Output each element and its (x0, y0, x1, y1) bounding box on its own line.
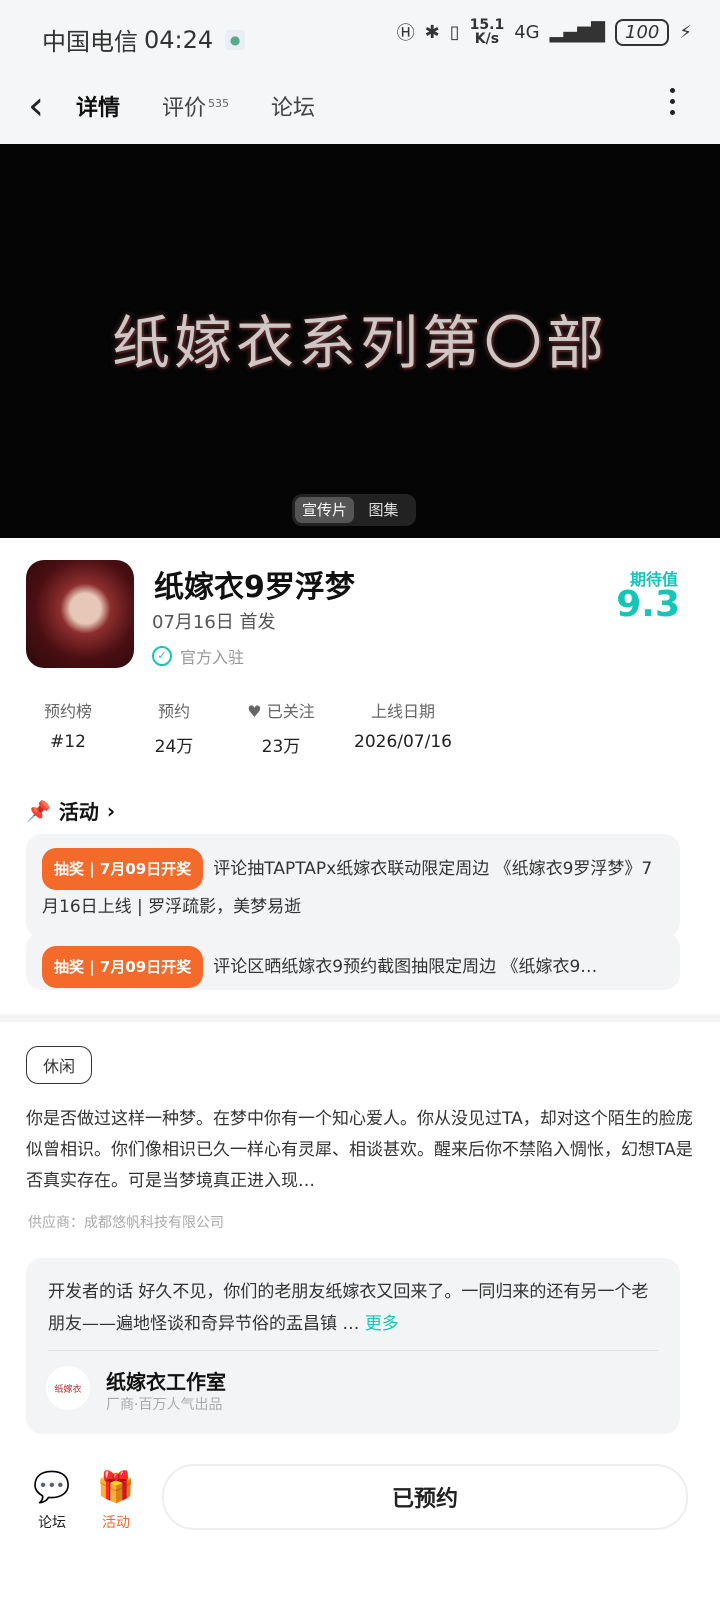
activity-1-content: 抽奖 | 7月09日开奖 评论抽TAPTAPx纸嫁衣联动限定周边 《纸嫁衣9罗浮梦… (42, 848, 664, 924)
stat-rank-label: 预约榜 (43, 702, 92, 721)
stat-followers-label: ♥ 已关注 (226, 698, 336, 722)
section-divider (0, 1014, 720, 1022)
genre-tag[interactable]: 休闲 (26, 1046, 93, 1084)
hd-icon: Ⓗ (396, 23, 415, 44)
app-name: 纸嫁衣9罗浮梦 (154, 570, 355, 605)
stat-launch-value: 2026/07/16 (354, 732, 452, 752)
tab-details[interactable]: 详情 (67, 90, 129, 124)
supplier-info: 供应商：成都悠帆科技有限公司 (28, 1215, 224, 1231)
gallery-tab[interactable]: 图集 (354, 497, 413, 523)
gift-icon: 🎁 (97, 1470, 135, 1505)
developer-divider (48, 1350, 658, 1351)
activity-card-2[interactable]: 抽奖 | 7月09日开奖 评论区晒纸嫁衣9预约截图抽限定周边 《纸嫁衣9… (26, 932, 680, 990)
tab-forum[interactable]: 论坛 (267, 90, 319, 122)
stat-followers-value: 23万 (261, 737, 301, 757)
activity-card-1[interactable]: 抽奖 | 7月09日开奖 评论抽TAPTAPx纸嫁衣联动限定周边 《纸嫁衣9罗浮梦… (26, 834, 680, 938)
stat-launch-label: 上线日期 (370, 702, 435, 721)
studio-avatar[interactable]: 纸嫁衣 (46, 1366, 90, 1410)
media-banner[interactable]: 纸嫁衣系列第〇部 宣传片 图集 (0, 144, 720, 538)
more-link[interactable]: 更多 (365, 1314, 399, 1334)
chevron-right-icon: › (106, 798, 116, 823)
activity-2-content: 抽奖 | 7月09日开奖 评论区晒纸嫁衣9预约截图抽限定周边 《纸嫁衣9… (42, 946, 664, 988)
activity-label: 活动 (102, 1515, 130, 1531)
tab-details-label: 详情 (76, 96, 121, 121)
carrier-label: 中国电信 (42, 28, 138, 56)
official-label: 官方入驻 (180, 648, 245, 667)
game-description[interactable]: 你是否做过这样一种梦。在梦中你有一个知心爱人。你从没见过TA，却对这个陌生的脸庞… (26, 1104, 694, 1197)
stat-reservations-value: 24万 (154, 737, 194, 757)
review-count: 535 (208, 96, 230, 110)
bottom-action-bar: 💬 论坛 🎁 活动 已预约 (0, 1446, 720, 1600)
score-value: 9.3 (616, 584, 680, 625)
pin-icon: 📌 (26, 798, 51, 823)
stat-reservations-label: 预约 (157, 702, 190, 721)
developer-message: 开发者的话 好久不见，你们的老朋友纸嫁衣又回来了。一同归来的还有另一个老朋友——… (48, 1276, 658, 1340)
activity-button[interactable]: 🎁 活动 (86, 1468, 146, 1532)
official-badge: ✓ 官方入驻 (152, 644, 244, 668)
top-nav-bar: ‹ 详情 评价 535 论坛 (0, 72, 720, 144)
charging-icon: ⚡ (679, 21, 692, 43)
net-speed-unit: K/s (474, 31, 500, 47)
stats-row: 预约榜 #12 预约 24万 ♥ 已关注 23万 上线日期 2026/07/16 (24, 698, 696, 757)
signal-icon: ▂▄▆█ (549, 21, 605, 43)
chat-bubble-icon: 💬 (33, 1470, 71, 1505)
vibrate-icon: ▯ (449, 21, 460, 43)
forum-label: 论坛 (38, 1515, 66, 1531)
network-type: 4G (514, 21, 540, 43)
activity-2-text: 评论区晒纸嫁衣9预约截图抽限定周边 《纸嫁衣9… (213, 957, 598, 977)
stat-rank-value: #12 (50, 732, 86, 752)
release-date: 07月16日 首发 (152, 612, 276, 633)
stat-rank[interactable]: 预约榜 #12 (24, 698, 112, 757)
clock: 04:24 (144, 25, 214, 54)
activities-title: 活动 (58, 800, 99, 824)
back-arrow-icon[interactable]: ‹ (28, 86, 44, 126)
bluetooth-icon: ✱ (424, 21, 440, 43)
studio-subtitle: 厂商·百万人气出品 (106, 1397, 223, 1413)
developer-card[interactable]: 开发者的话 好久不见，你们的老朋友纸嫁衣又回来了。一同归来的还有另一个老朋友——… (26, 1258, 680, 1434)
stat-reservations: 预约 24万 (124, 698, 224, 757)
status-bar: 中国电信 04:24 ● Ⓗ ✱ ▯ 15.1 K/s 4G ▂▄▆█ 100 … (0, 0, 720, 72)
heart-icon: ♥ (247, 702, 262, 721)
notification-icon: ● (225, 29, 246, 50)
activity-2-tag: 抽奖 | 7月09日开奖 (42, 946, 204, 988)
app-icon (26, 560, 134, 668)
tab-forum-label: 论坛 (271, 96, 316, 121)
status-right: Ⓗ ✱ ▯ 15.1 K/s 4G ▂▄▆█ 100 ⚡ (397, 18, 692, 46)
tab-reviews[interactable]: 评价 535 (158, 90, 233, 122)
status-left: 中国电信 04:24 ● (42, 22, 246, 57)
net-speed: 15.1 K/s (470, 18, 505, 46)
activities-header[interactable]: 📌 活动 › (26, 796, 115, 825)
more-options-icon[interactable] (670, 88, 676, 121)
activity-1-tag: 抽奖 | 7月09日开奖 (42, 848, 204, 890)
forum-button[interactable]: 💬 论坛 (22, 1468, 82, 1532)
detail-tabs: 详情 评价 535 论坛 (67, 90, 319, 124)
developer-text: 开发者的话 好久不见，你们的老朋友纸嫁衣又回来了。一同归来的还有另一个老朋友——… (48, 1282, 649, 1334)
tab-reviews-label: 评价 (162, 96, 207, 121)
battery-level: 100 (615, 18, 670, 46)
reserved-button[interactable]: 已预约 (162, 1464, 688, 1530)
check-circle-icon: ✓ (152, 646, 172, 666)
stat-launch-date: 上线日期 2026/07/16 (338, 698, 468, 757)
studio-avatar-logo: 纸嫁衣 (54, 1384, 82, 1395)
stat-followers-text: 已关注 (266, 702, 315, 721)
banner-title: 纸嫁衣系列第〇部 (111, 309, 608, 377)
media-switch: 宣传片 图集 (292, 494, 416, 526)
stat-followers[interactable]: ♥ 已关注 23万 (226, 698, 336, 757)
studio-name[interactable]: 纸嫁衣工作室 (106, 1366, 226, 1395)
trailer-tab[interactable]: 宣传片 (295, 497, 354, 523)
